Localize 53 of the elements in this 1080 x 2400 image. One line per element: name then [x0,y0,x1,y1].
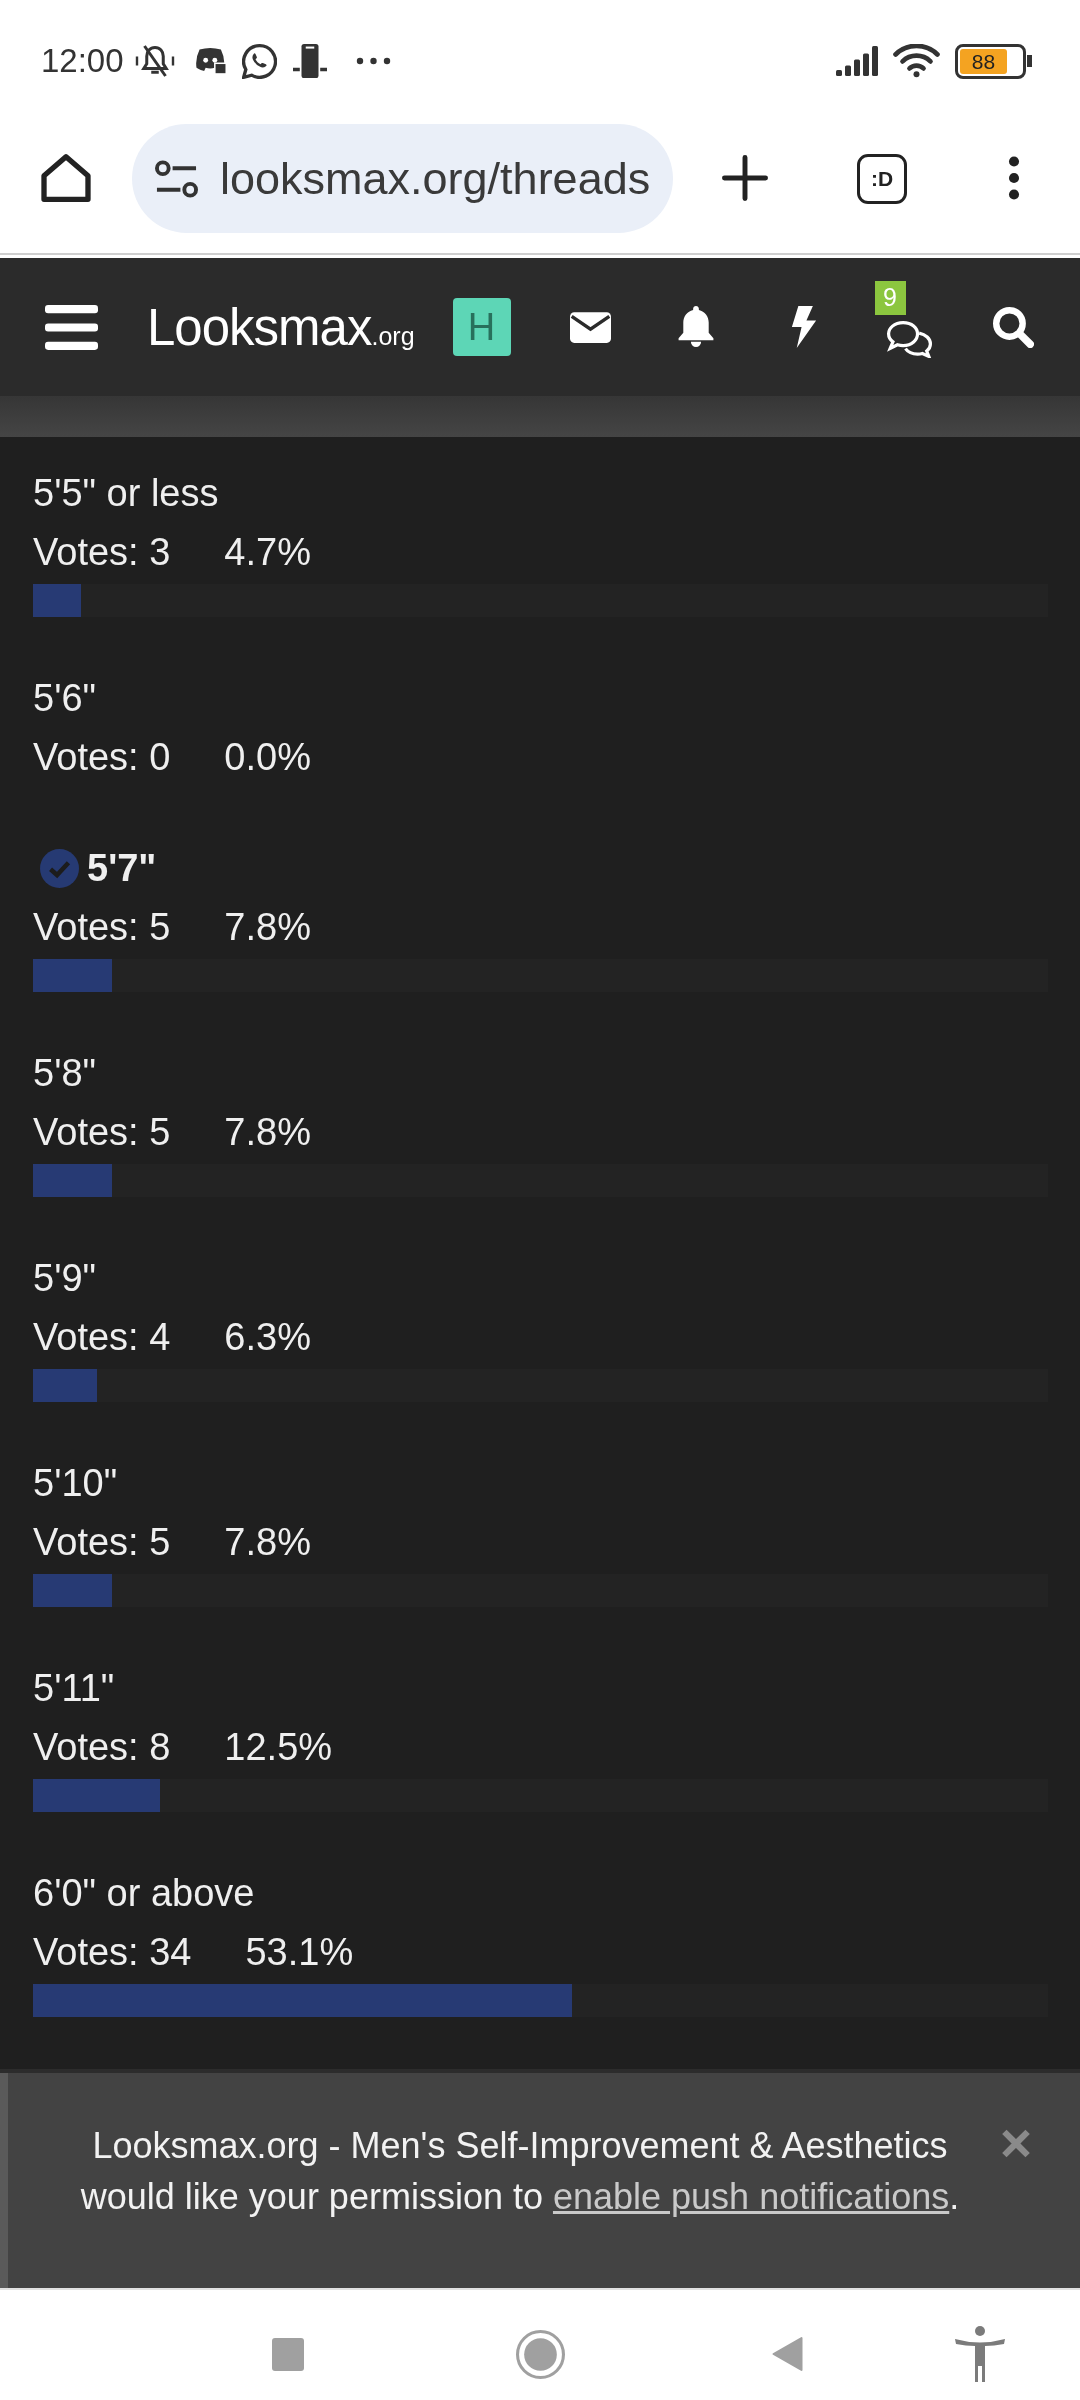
back-triangle-icon[interactable] [771,2336,804,2372]
vote-percentage: 6.3% [224,1315,311,1360]
vote-count: Votes: 5 [33,1520,171,1565]
vote-percentage: 12.5% [224,1725,333,1770]
search-icon[interactable] [992,306,1034,348]
home-icon[interactable] [41,153,91,203]
vote-percentage: 4.7% [224,530,311,575]
vote-percentage: 7.8% [224,1110,311,1155]
vote-percentage: 7.8% [224,905,311,950]
notification-message: Looksmax.org - Men's Self-Improvement & Aesthetics would like your permission to enable push notifications. [79,2124,961,2219]
vote-percentage: 0.0% [224,735,311,780]
option-label: 5'7" [87,846,157,891]
more-menu-icon[interactable] [1007,156,1021,200]
phone-chat-icon [241,43,277,79]
vote-percentage: 53.1% [245,1930,354,1975]
close-icon[interactable] [1000,2128,1032,2159]
vote-percentage: 7.8% [224,1520,311,1565]
bell-icon[interactable] [677,306,714,348]
phone-screen-icon [292,44,327,78]
enable-notifications-link[interactable]: enable push notifications [552,2176,950,2217]
vote-count: Votes: 0 [33,735,171,780]
plus-icon[interactable] [722,155,768,201]
accessibility-icon[interactable] [954,2326,1006,2382]
vote-count: Votes: 8 [33,1725,171,1770]
menu-icon[interactable] [45,304,98,350]
wifi-icon [893,44,940,78]
option-label: 5'9" [33,1256,96,1301]
option-label: 5'10" [33,1461,118,1506]
more-dots-icon [355,57,391,65]
option-label: 5'5" or less [33,471,219,516]
tab-switcher-button[interactable]: :D [857,154,907,204]
option-label: 5'8" [33,1051,96,1096]
battery-percent: 88 [960,48,1007,74]
chat-bubbles-icon[interactable] [885,320,933,358]
vote-count: Votes: 5 [33,905,171,950]
vote-count: Votes: 3 [33,530,171,575]
home-circle-icon[interactable] [516,2329,565,2379]
option-label: 6'0" or above [33,1871,255,1916]
recents-square-icon[interactable] [272,2337,304,2371]
option-label: 5'11" [33,1666,115,1711]
tune-icon[interactable] [155,159,198,198]
address-bar[interactable]: looksmax.org/threads [132,124,673,233]
clock-time: 12:00 [41,42,124,80]
lightning-icon[interactable] [789,306,818,348]
option-label: 5'6" [33,676,96,721]
vote-count: Votes: 4 [33,1315,171,1360]
signal-icon [833,46,881,76]
vote-count: Votes: 5 [33,1110,171,1155]
envelope-icon[interactable] [569,311,611,343]
vote-count: Votes: 34 [33,1930,192,1975]
unread-badge: 9 [874,280,906,315]
site-logo[interactable]: Looksmax.org [147,297,415,357]
game-controller-icon [194,47,227,75]
